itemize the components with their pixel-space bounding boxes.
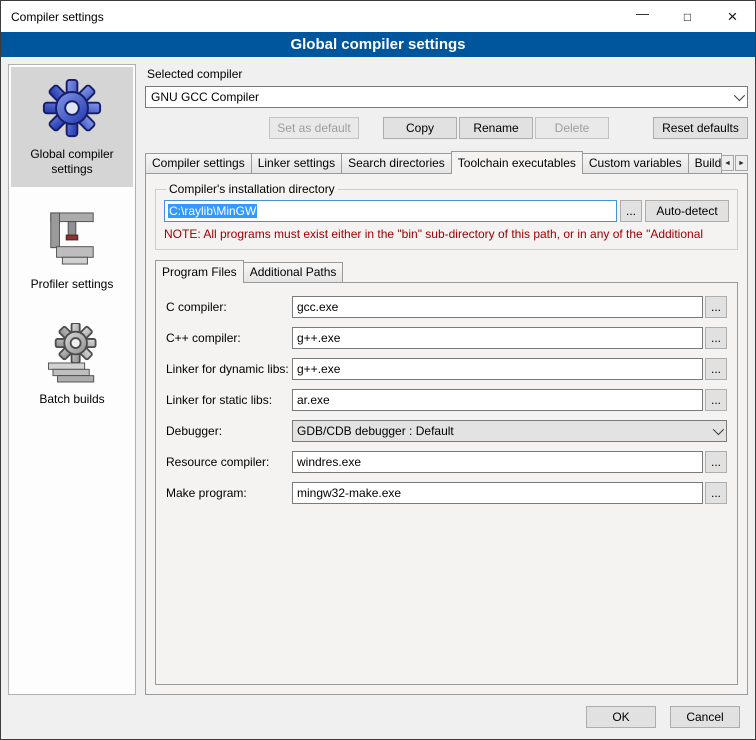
linker-dynamic-browse-button[interactable]: ...	[705, 358, 727, 380]
debugger-dropdown[interactable]: GDB/CDB debugger : Default	[292, 420, 727, 442]
close-icon[interactable]: ×	[710, 1, 755, 32]
cpp-compiler-row: C++ compiler: ...	[166, 327, 727, 349]
sidebar-item-label: Batch builds	[13, 392, 131, 407]
maximize-icon[interactable]: □	[665, 1, 710, 32]
tab-search-directories[interactable]: Search directories	[341, 153, 452, 173]
tab-scroll-left-icon[interactable]: ◄	[721, 155, 734, 171]
cpp-compiler-input[interactable]	[292, 327, 703, 349]
dialog-body: Global compiler settings Profiler settin…	[1, 57, 755, 699]
dialog-footer: OK Cancel	[1, 699, 755, 739]
bin-subdirectory-note: NOTE: All programs must exist either in …	[164, 227, 729, 241]
cpp-compiler-label: C++ compiler:	[166, 331, 292, 345]
tab-compiler-settings[interactable]: Compiler settings	[145, 153, 252, 173]
titlebar: Compiler settings — □ ×	[1, 1, 755, 32]
linker-static-input[interactable]	[292, 389, 703, 411]
selected-compiler-value: GNU GCC Compiler	[151, 90, 729, 104]
installation-directory-group: Compiler's installation directory C:\ray…	[155, 182, 738, 250]
make-program-input[interactable]	[292, 482, 703, 504]
gear-blue-icon	[13, 75, 131, 141]
tab-build[interactable]: Build	[688, 153, 722, 173]
resource-compiler-label: Resource compiler:	[166, 455, 292, 469]
profiler-clamp-icon	[13, 205, 131, 271]
chevron-down-icon	[708, 421, 726, 441]
installation-directory-value: C:\raylib\MinGW	[168, 204, 257, 218]
sidebar-item-profiler-settings[interactable]: Profiler settings	[11, 197, 133, 302]
linker-static-label: Linker for static libs:	[166, 393, 292, 407]
minimize-icon[interactable]: —	[620, 1, 665, 32]
c-compiler-label: C compiler:	[166, 300, 292, 314]
copy-button[interactable]: Copy	[383, 117, 457, 139]
resource-compiler-input[interactable]	[292, 451, 703, 473]
tab-program-files[interactable]: Program Files	[155, 260, 244, 283]
c-compiler-input[interactable]	[292, 296, 703, 318]
programs-tabbar: Program Files Additional Paths	[155, 260, 738, 282]
linker-dynamic-label: Linker for dynamic libs:	[166, 362, 292, 376]
sidebar-item-label: Profiler settings	[13, 277, 131, 292]
c-compiler-row: C compiler: ...	[166, 296, 727, 318]
selected-compiler-dropdown[interactable]: GNU GCC Compiler	[145, 86, 748, 108]
selected-compiler-label: Selected compiler	[147, 67, 748, 81]
tab-scroll-arrows: ◄ ►	[721, 155, 748, 171]
installation-directory-input[interactable]: C:\raylib\MinGW	[164, 200, 617, 222]
installation-directory-row: C:\raylib\MinGW ... Auto-detect	[164, 200, 729, 222]
debugger-row: Debugger: GDB/CDB debugger : Default	[166, 420, 727, 442]
linker-static-row: Linker for static libs: ...	[166, 389, 727, 411]
debugger-label: Debugger:	[166, 424, 292, 438]
delete-button[interactable]: Delete	[535, 117, 609, 139]
sidebar-item-batch-builds[interactable]: Batch builds	[11, 312, 133, 417]
compiler-actions-row: Set as default Copy Rename Delete Reset …	[145, 117, 748, 139]
debugger-value: GDB/CDB debugger : Default	[297, 424, 708, 438]
settings-tabbar: Compiler settings Linker settings Search…	[145, 151, 748, 173]
make-program-row: Make program: ...	[166, 482, 727, 504]
cpp-compiler-browse-button[interactable]: ...	[705, 327, 727, 349]
toolchain-executables-panel: Compiler's installation directory C:\ray…	[145, 173, 748, 695]
settings-category-sidebar: Global compiler settings Profiler settin…	[8, 64, 136, 695]
make-program-label: Make program:	[166, 486, 292, 500]
linker-static-browse-button[interactable]: ...	[705, 389, 727, 411]
cancel-button[interactable]: Cancel	[670, 706, 740, 728]
main-panel: Selected compiler GNU GCC Compiler Set a…	[145, 64, 748, 695]
window-title: Compiler settings	[1, 1, 620, 32]
tab-additional-paths[interactable]: Additional Paths	[243, 262, 344, 282]
tab-custom-variables[interactable]: Custom variables	[582, 153, 689, 173]
tab-linker-settings[interactable]: Linker settings	[251, 153, 342, 173]
browse-directory-button[interactable]: ...	[620, 200, 642, 222]
set-as-default-button[interactable]: Set as default	[269, 117, 359, 139]
compiler-settings-window: Compiler settings — □ × Global compiler …	[0, 0, 756, 740]
sidebar-item-label: Global compiler settings	[13, 147, 131, 177]
sidebar-item-global-compiler-settings[interactable]: Global compiler settings	[11, 67, 133, 187]
resource-compiler-browse-button[interactable]: ...	[705, 451, 727, 473]
tab-toolchain-executables[interactable]: Toolchain executables	[451, 151, 583, 174]
auto-detect-button[interactable]: Auto-detect	[645, 200, 729, 222]
gear-gray-stack-icon	[13, 320, 131, 386]
ok-button[interactable]: OK	[586, 706, 656, 728]
program-files-panel: C compiler: ... C++ compiler: ... Linker…	[155, 282, 738, 685]
linker-dynamic-input[interactable]	[292, 358, 703, 380]
c-compiler-browse-button[interactable]: ...	[705, 296, 727, 318]
reset-defaults-button[interactable]: Reset defaults	[653, 117, 748, 139]
dialog-banner: Global compiler settings	[1, 32, 755, 57]
installation-directory-title: Compiler's installation directory	[166, 182, 338, 196]
resource-compiler-row: Resource compiler: ...	[166, 451, 727, 473]
linker-dynamic-row: Linker for dynamic libs: ...	[166, 358, 727, 380]
make-program-browse-button[interactable]: ...	[705, 482, 727, 504]
chevron-down-icon	[729, 87, 747, 107]
rename-button[interactable]: Rename	[459, 117, 533, 139]
tab-scroll-right-icon[interactable]: ►	[735, 155, 748, 171]
